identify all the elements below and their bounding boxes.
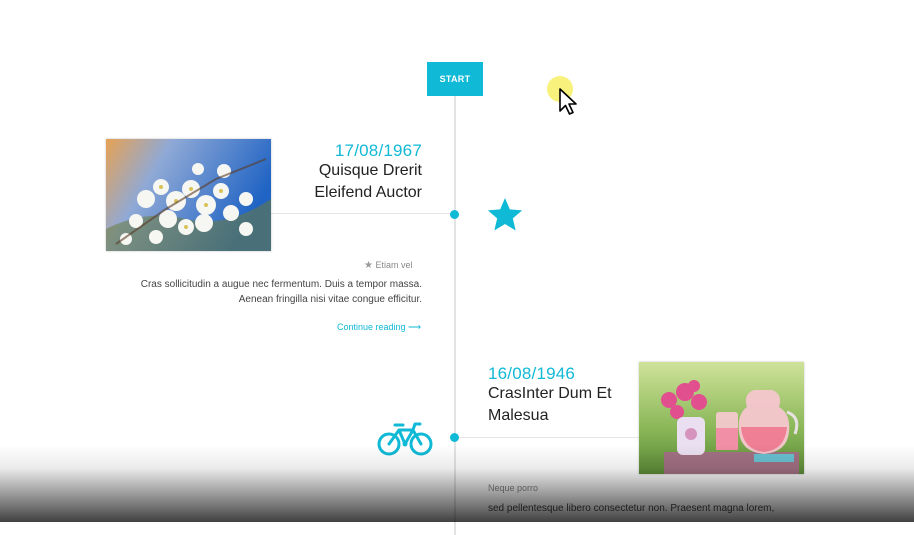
event-excerpt-line: sed pellentesque libero consectetur non.…	[488, 503, 775, 514]
timeline-dot	[450, 210, 459, 219]
event-meta: ★ Etiam vel	[364, 260, 413, 271]
event-title-line: CrasInter Dum Et	[488, 385, 612, 402]
mouse-cursor-icon	[558, 87, 578, 122]
star-small-icon: ★	[364, 260, 373, 271]
event-excerpt-line: Aenean fringilla nisi vitae congue effic…	[238, 294, 422, 305]
event-title[interactable]: Quisque Drerit Eleifend Auctor	[280, 160, 422, 204]
blossom-photo	[106, 139, 271, 251]
event-meta: Neque porro	[488, 483, 539, 493]
continue-reading-label: Continue reading	[337, 322, 406, 332]
start-badge: START	[427, 62, 483, 96]
event-connector	[456, 437, 639, 438]
event-title-line: Eleifend Auctor	[314, 184, 422, 201]
event-meta-text: Etiam vel	[375, 260, 413, 270]
event-excerpt: sed pellentesque libero consectetur non.…	[488, 501, 808, 516]
timeline-axis	[454, 95, 456, 535]
continue-reading-link[interactable]: Continue reading ⟶	[337, 322, 421, 333]
event-title-line: Malesua	[488, 407, 549, 424]
event-connector	[271, 213, 454, 214]
event-title-line: Quisque Drerit	[318, 162, 422, 179]
event-date: 16/08/1946	[488, 364, 576, 383]
bicycle-icon	[377, 422, 433, 461]
timeline-dot	[450, 433, 459, 442]
star-icon	[485, 195, 525, 240]
pitcher-photo	[639, 362, 804, 474]
event-date: 17/08/1967	[334, 141, 422, 160]
arrow-right-icon: ⟶	[408, 322, 421, 332]
event-excerpt-line: Cras sollicitudin a augue nec fermentum.…	[140, 279, 422, 290]
event-excerpt: Cras sollicitudin a augue nec fermentum.…	[110, 277, 422, 307]
event-title[interactable]: CrasInter Dum Et Malesua	[488, 383, 638, 427]
event-image-pitcher[interactable]	[639, 362, 804, 474]
event-image-blossoms[interactable]	[106, 139, 271, 251]
